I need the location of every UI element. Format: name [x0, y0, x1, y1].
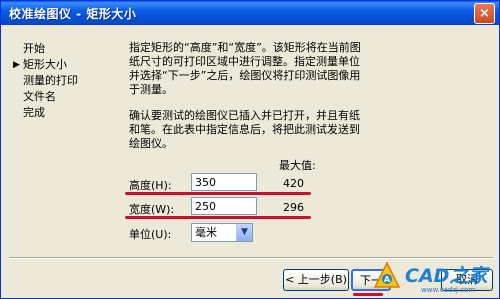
wizard-steps: 开始 ▶ 矩形大小 测量的打印 文件名 完成 [13, 41, 113, 121]
instructions-paragraph-1: 指定矩形的“高度”和“宽度”。该矩形将在当前图纸尺寸的可打印区域中进行调整。指定… [129, 41, 361, 96]
window-title: 校准绘图仪 - 矩形大小 [9, 7, 137, 21]
width-max-value: 296 [283, 201, 304, 214]
width-label: 宽度(W): [129, 203, 175, 216]
current-step-arrow-icon: ▶ [13, 60, 20, 70]
width-input[interactable] [191, 197, 257, 215]
watermark-text: CAD之家 [405, 265, 488, 287]
step-start: 开始 [23, 42, 45, 55]
unit-select[interactable]: 毫米 ▼ [191, 223, 253, 242]
step-finish: 完成 [23, 106, 45, 119]
watermark-logo-icon: A [373, 261, 401, 288]
width-annotation-underline [125, 216, 311, 219]
instructions: 指定矩形的“高度”和“宽度”。该矩形将在当前图纸尺寸的可打印区域中进行调整。指定… [129, 41, 369, 97]
height-max-value: 420 [283, 177, 304, 190]
step-rectangle-size: ▶ 矩形大小 [13, 58, 67, 71]
height-label: 高度(H): [129, 179, 172, 192]
svg-text:A: A [384, 275, 391, 284]
step-measured-plot: 测量的打印 [23, 74, 78, 87]
step-file-name: 文件名 [23, 90, 56, 103]
back-button[interactable]: < 上一步(B) [283, 269, 349, 291]
unit-label: 单位(U): [129, 228, 172, 241]
watermark-url: www.cadzj.com [421, 286, 476, 294]
chevron-down-icon[interactable]: ▼ [236, 224, 252, 241]
dialog-window: 校准绘图仪 - 矩形大小 × 开始 ▶ 矩形大小 测量的打印 文件名 完成 指定… [0, 0, 500, 299]
close-icon: × [479, 6, 490, 21]
height-input[interactable] [191, 173, 257, 191]
max-value-header: 最大值: [279, 159, 316, 172]
instructions-paragraph-2: 确认要测试的绘图仪已插入并已打开，并且有纸和笔。在此表中指定信息后，将把此测试发… [129, 109, 360, 150]
height-annotation-underline [125, 192, 311, 195]
site-watermark: A CAD之家 www.cadzj.com [369, 259, 499, 298]
title-bar[interactable]: 校准绘图仪 - 矩形大小 × [1, 1, 499, 25]
unit-selected-value: 毫米 [195, 226, 217, 239]
close-button[interactable]: × [474, 3, 495, 24]
